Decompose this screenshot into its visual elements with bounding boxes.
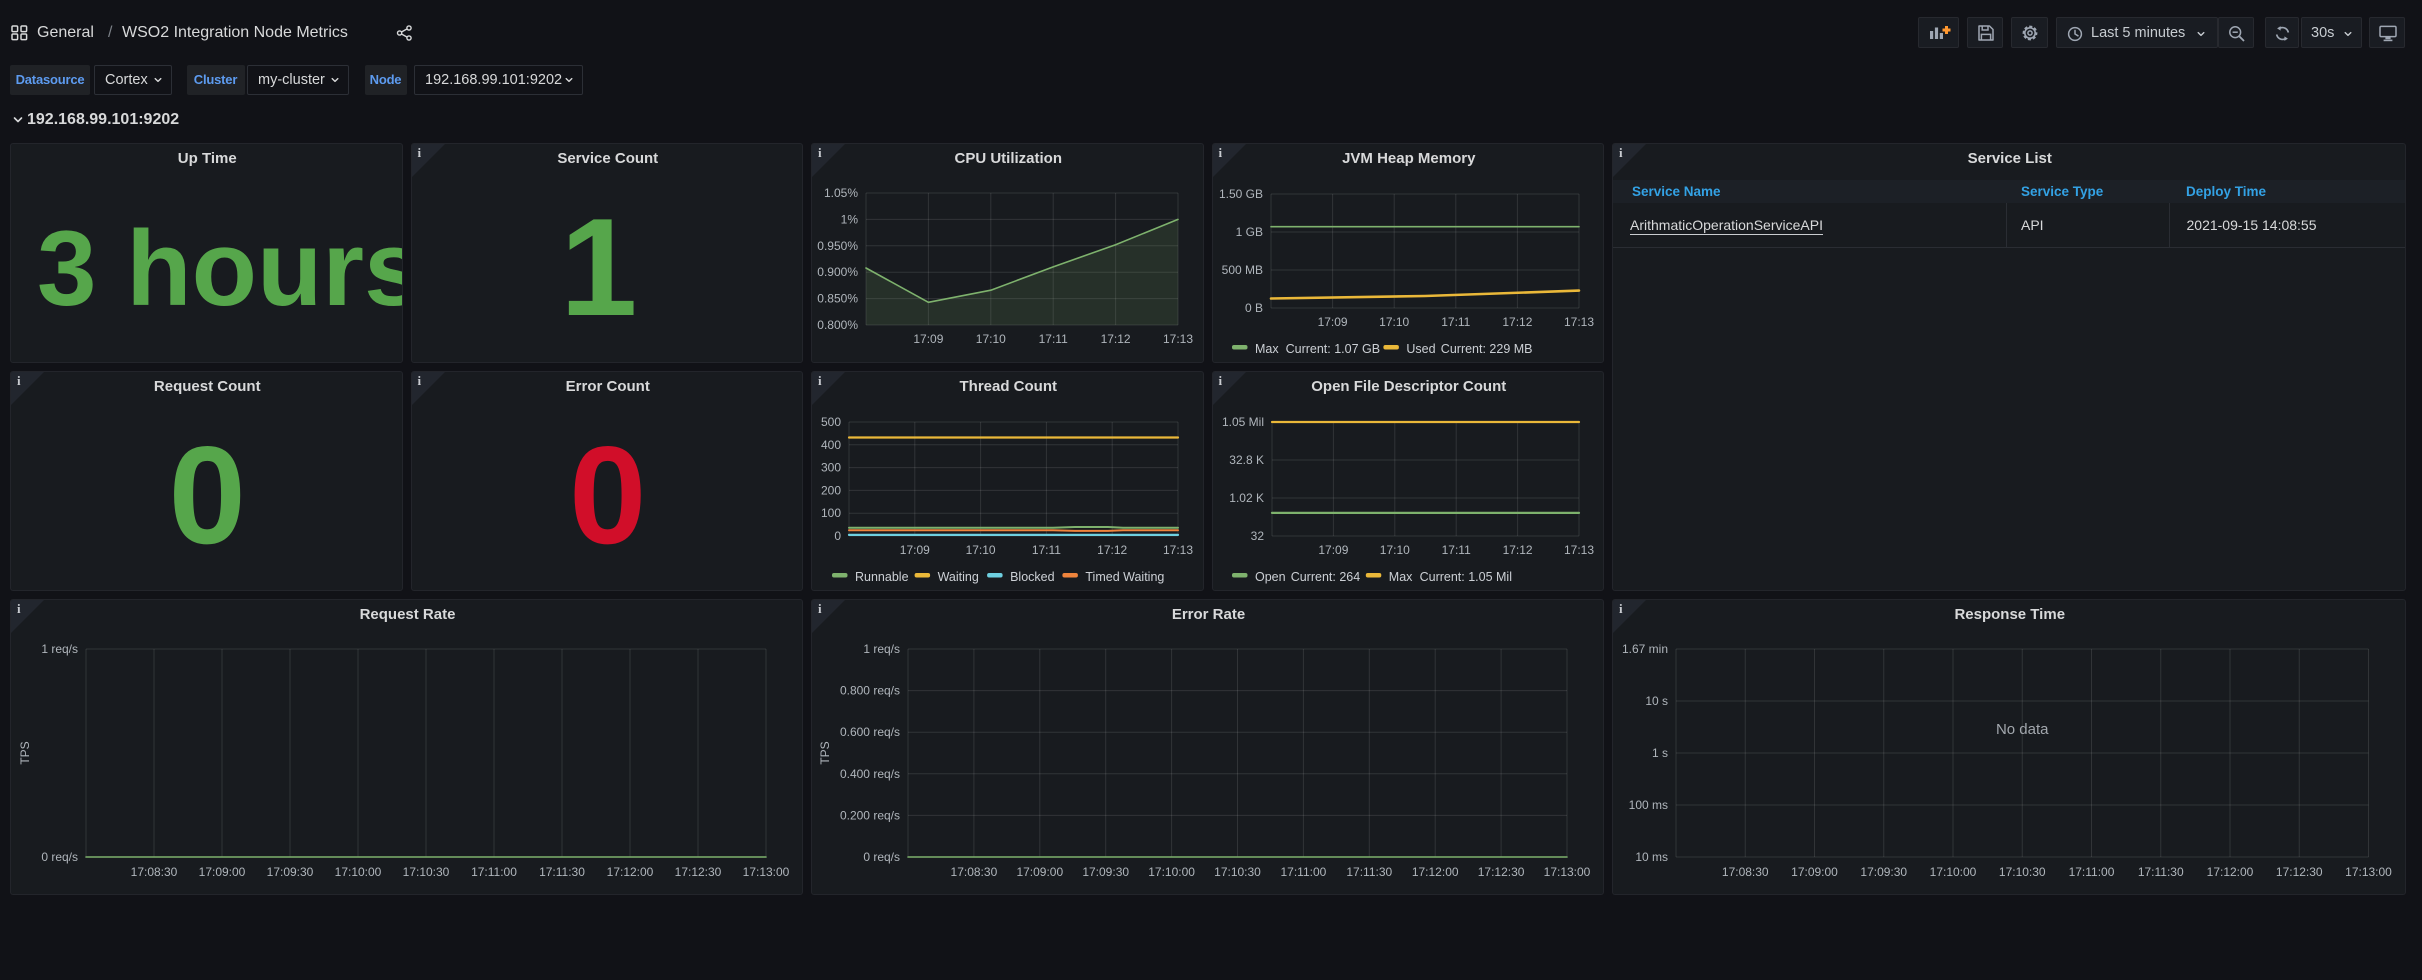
svg-text:17:13: 17:13: [1163, 332, 1193, 346]
svg-text:0.800 req/s: 0.800 req/s: [840, 684, 900, 698]
svg-text:1 req/s: 1 req/s: [41, 642, 78, 656]
svg-text:0 req/s: 0 req/s: [863, 850, 900, 864]
svg-text:Max: Max: [1255, 342, 1279, 356]
svg-text:17:10: 17:10: [966, 543, 996, 557]
svg-text:17:12: 17:12: [1502, 543, 1532, 557]
svg-text:Current: 264: Current: 264: [1290, 570, 1360, 584]
svg-text:17:09: 17:09: [1318, 543, 1348, 557]
svg-text:17:09:00: 17:09:00: [1016, 865, 1063, 879]
svg-text:Max: Max: [1388, 570, 1412, 584]
svg-text:17:08:30: 17:08:30: [1722, 865, 1769, 879]
svg-text:0 B: 0 B: [1244, 301, 1262, 315]
svg-text:17:09:00: 17:09:00: [199, 865, 246, 879]
svg-text:0.800%: 0.800%: [817, 318, 858, 332]
svg-text:Timed Waiting: Timed Waiting: [1085, 570, 1164, 584]
svg-text:17:10:30: 17:10:30: [1214, 865, 1261, 879]
svg-text:17:11:30: 17:11:30: [2138, 865, 2184, 879]
svg-text:17:09: 17:09: [1317, 315, 1347, 329]
svg-text:17:10:00: 17:10:00: [1930, 865, 1977, 879]
svg-text:17:12:30: 17:12:30: [1478, 865, 1525, 879]
svg-text:1 s: 1 s: [1652, 746, 1668, 760]
svg-text:17:10:30: 17:10:30: [403, 865, 450, 879]
svg-text:17:10:00: 17:10:00: [1148, 865, 1195, 879]
svg-text:32: 32: [1250, 529, 1264, 543]
svg-text:17:09:30: 17:09:30: [1082, 865, 1129, 879]
svg-text:17:13:00: 17:13:00: [743, 865, 790, 879]
svg-text:32.8 K: 32.8 K: [1229, 453, 1264, 467]
svg-text:17:10:00: 17:10:00: [335, 865, 382, 879]
svg-text:Blocked: Blocked: [1010, 570, 1055, 584]
svg-text:17:13: 17:13: [1563, 315, 1593, 329]
svg-text:Current: 1.05 Mil: Current: 1.05 Mil: [1419, 570, 1511, 584]
svg-text:17:11:00: 17:11:00: [2069, 865, 2115, 879]
svg-text:17:11:30: 17:11:30: [539, 865, 585, 879]
svg-text:17:13:00: 17:13:00: [2345, 865, 2392, 879]
svg-text:17:12:30: 17:12:30: [675, 865, 722, 879]
svg-text:100: 100: [821, 506, 841, 520]
svg-text:17:13:00: 17:13:00: [1544, 865, 1591, 879]
svg-text:17:12: 17:12: [1101, 332, 1131, 346]
svg-text:0.600 req/s: 0.600 req/s: [840, 725, 900, 739]
svg-text:0.200 req/s: 0.200 req/s: [840, 808, 900, 822]
svg-text:0.400 req/s: 0.400 req/s: [840, 767, 900, 781]
svg-text:17:10: 17:10: [976, 332, 1006, 346]
svg-text:Waiting: Waiting: [938, 570, 979, 584]
svg-text:500 MB: 500 MB: [1221, 263, 1262, 277]
svg-text:17:10: 17:10: [1379, 543, 1409, 557]
svg-text:Used: Used: [1406, 342, 1435, 356]
svg-text:0.900%: 0.900%: [817, 265, 858, 279]
svg-text:17:11: 17:11: [1441, 315, 1470, 329]
svg-text:1%: 1%: [841, 212, 859, 226]
svg-text:1.05 Mil: 1.05 Mil: [1221, 415, 1263, 429]
svg-text:17:09:30: 17:09:30: [1860, 865, 1907, 879]
svg-text:17:13: 17:13: [1163, 543, 1193, 557]
svg-text:Runnable: Runnable: [855, 570, 909, 584]
svg-text:10 ms: 10 ms: [1635, 850, 1668, 864]
svg-text:0.950%: 0.950%: [817, 239, 858, 253]
svg-text:TPS: TPS: [18, 741, 32, 764]
svg-text:0.850%: 0.850%: [817, 292, 858, 306]
svg-text:17:11: 17:11: [1441, 543, 1470, 557]
svg-text:17:08:30: 17:08:30: [131, 865, 178, 879]
svg-text:1.02 K: 1.02 K: [1229, 491, 1264, 505]
svg-text:17:09: 17:09: [913, 332, 943, 346]
svg-text:10 s: 10 s: [1645, 694, 1668, 708]
svg-text:17:12: 17:12: [1097, 543, 1127, 557]
svg-text:1 req/s: 1 req/s: [863, 642, 900, 656]
svg-text:500: 500: [821, 415, 841, 429]
svg-text:1.50 GB: 1.50 GB: [1218, 187, 1262, 201]
svg-text:0 req/s: 0 req/s: [41, 850, 78, 864]
svg-text:400: 400: [821, 438, 841, 452]
svg-text:17:11: 17:11: [1032, 543, 1061, 557]
svg-text:17:11:00: 17:11:00: [471, 865, 517, 879]
svg-text:TPS: TPS: [818, 741, 832, 764]
svg-text:200: 200: [821, 483, 841, 497]
svg-text:17:11:00: 17:11:00: [1280, 865, 1326, 879]
svg-text:17:12:00: 17:12:00: [607, 865, 654, 879]
svg-text:0: 0: [834, 529, 841, 543]
svg-text:17:11: 17:11: [1039, 332, 1068, 346]
svg-text:17:12:00: 17:12:00: [2207, 865, 2254, 879]
svg-text:17:11:30: 17:11:30: [1346, 865, 1392, 879]
svg-text:17:12: 17:12: [1502, 315, 1532, 329]
svg-text:1 GB: 1 GB: [1235, 225, 1262, 239]
svg-text:1.67 min: 1.67 min: [1622, 642, 1668, 656]
svg-text:17:09: 17:09: [900, 543, 930, 557]
svg-text:17:13: 17:13: [1563, 543, 1593, 557]
svg-text:No data: No data: [1996, 721, 2049, 738]
svg-text:17:09:30: 17:09:30: [267, 865, 314, 879]
svg-text:17:08:30: 17:08:30: [951, 865, 998, 879]
svg-text:17:10:30: 17:10:30: [1999, 865, 2046, 879]
svg-text:100 ms: 100 ms: [1629, 798, 1668, 812]
svg-text:Open: Open: [1255, 570, 1286, 584]
svg-text:Current: 1.07 GB: Current: 1.07 GB: [1285, 342, 1380, 356]
svg-text:1.05%: 1.05%: [824, 186, 858, 200]
svg-text:17:09:00: 17:09:00: [1791, 865, 1838, 879]
svg-text:17:12:00: 17:12:00: [1412, 865, 1459, 879]
svg-text:17:10: 17:10: [1379, 315, 1409, 329]
svg-text:Current: 229 MB: Current: 229 MB: [1440, 342, 1532, 356]
svg-text:17:12:30: 17:12:30: [2276, 865, 2323, 879]
svg-text:300: 300: [821, 461, 841, 475]
